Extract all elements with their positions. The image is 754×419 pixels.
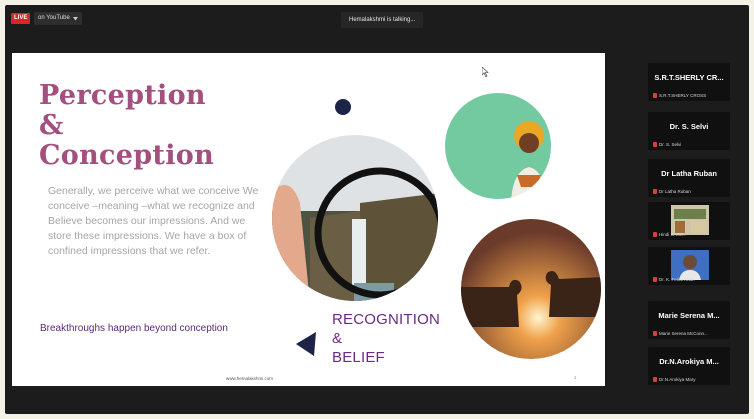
participant-name: Marie Serena M... bbox=[658, 311, 720, 320]
live-badge: LIVE bbox=[11, 13, 31, 24]
mic-muted-icon bbox=[653, 331, 657, 336]
mouse-cursor-icon bbox=[482, 67, 489, 77]
participant-tile[interactable]: Marie Serena M... Marie Serena McConn... bbox=[648, 301, 730, 339]
stream-destination-dropdown[interactable]: on YouTube bbox=[34, 12, 82, 25]
participant-tile[interactable]: Hindi SANS... bbox=[648, 202, 730, 240]
chevron-down-icon bbox=[72, 16, 78, 20]
slide-tagline: Breakthroughs happen beyond conception bbox=[40, 323, 228, 334]
participant-name: S.R.T.SHERLY CR... bbox=[654, 73, 724, 82]
participant-tile[interactable]: Dr. S. Selvi Dr. S. Selvi bbox=[648, 112, 730, 150]
active-speaker-indicator: Hemalakshmi is talking... bbox=[341, 12, 424, 28]
decorative-triangle bbox=[296, 332, 316, 356]
participant-caption: S.R.T.SHERLY CROSS bbox=[653, 93, 706, 98]
slide-keywords: RECOGNITION & BELIEF bbox=[332, 310, 440, 367]
shared-slide: Perception & Conception Generally, we pe… bbox=[12, 53, 605, 386]
participant-caption-text: Dr. S. Selvi bbox=[659, 142, 682, 147]
mic-muted-icon bbox=[653, 142, 657, 147]
slide-page-number: 1 bbox=[574, 375, 577, 380]
participant-caption-text: Dr. K. Ferial Khan bbox=[659, 277, 695, 282]
thinking-woman-image bbox=[445, 93, 551, 199]
stream-destination-label: on YouTube bbox=[38, 15, 70, 21]
participant-caption: Dr. S. Selvi bbox=[653, 142, 681, 147]
participant-name: Dr.N.Arokiya M... bbox=[659, 357, 719, 366]
slide-title: Perception & Conception bbox=[39, 81, 249, 171]
slide-title-line: & bbox=[39, 110, 64, 141]
puzzle-sunset-image bbox=[461, 219, 601, 359]
slide-title-line: Perception bbox=[39, 80, 206, 111]
participant-video bbox=[671, 205, 709, 235]
mic-muted-icon bbox=[653, 189, 657, 194]
participant-caption: Dr.N.Arokiya Mary bbox=[653, 377, 696, 382]
participant-caption-text: Dr Latha Ruban bbox=[659, 189, 691, 194]
participant-caption: Dr Latha Ruban bbox=[653, 189, 691, 194]
participant-tile[interactable]: Dr. K. Ferial Khan bbox=[648, 247, 730, 285]
meeting-window: LIVE on YouTube Hemalakshmi is talking..… bbox=[5, 5, 749, 414]
top-bar: LIVE on YouTube Hemalakshmi is talking..… bbox=[5, 5, 749, 33]
participant-caption-text: Marie Serena McConn... bbox=[659, 331, 708, 336]
participant-name: Dr Latha Ruban bbox=[661, 169, 717, 178]
mic-muted-icon bbox=[653, 277, 657, 282]
mic-muted-icon bbox=[653, 232, 657, 237]
waterfall-lens-image bbox=[272, 135, 438, 301]
participant-caption: Dr. K. Ferial Khan bbox=[653, 277, 695, 282]
participant-caption: Marie Serena McConn... bbox=[653, 331, 708, 336]
slide-footer-url: www.hemalakshmi.com bbox=[226, 376, 274, 381]
participant-caption-text: Dr.N.Arokiya Mary bbox=[659, 377, 696, 382]
participant-name: Dr. S. Selvi bbox=[669, 122, 709, 131]
video-thumbnail-icon bbox=[671, 205, 709, 235]
slide-keyword: & bbox=[332, 330, 343, 347]
slide-keyword: RECOGNITION bbox=[332, 311, 441, 328]
video-thumbnail-icon bbox=[671, 250, 709, 280]
participant-tile[interactable]: Dr.N.Arokiya M... Dr.N.Arokiya Mary bbox=[648, 347, 730, 385]
participant-video bbox=[671, 250, 709, 280]
mic-muted-icon bbox=[653, 93, 657, 98]
participant-caption-text: Hindi SANS... bbox=[659, 232, 687, 237]
mic-muted-icon bbox=[653, 377, 657, 382]
slide-title-line: Conception bbox=[39, 140, 214, 171]
slide-body-text: Generally, we perceive what we conceive … bbox=[48, 185, 259, 257]
decorative-dot bbox=[335, 99, 351, 115]
participant-caption-text: S.R.T.SHERLY CROSS bbox=[659, 93, 707, 98]
participant-tile[interactable]: S.R.T.SHERLY CR... S.R.T.SHERLY CROSS bbox=[648, 63, 730, 101]
participant-tile[interactable]: Dr Latha Ruban Dr Latha Ruban bbox=[648, 159, 730, 197]
slide-keyword: BELIEF bbox=[332, 349, 385, 366]
participant-caption: Hindi SANS... bbox=[653, 232, 687, 237]
